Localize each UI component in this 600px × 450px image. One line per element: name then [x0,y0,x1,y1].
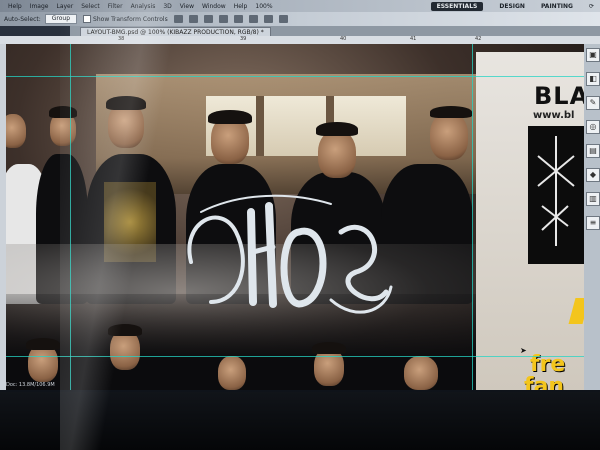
panel-icon[interactable]: ≡ [586,216,600,230]
hair-shape [108,324,142,336]
panel-icon[interactable]: ▤ [586,144,600,158]
checkbox-box[interactable] [83,15,92,23]
refresh-icon[interactable]: ⟳ [589,3,594,10]
workspace-painting[interactable]: PAINTING [541,3,573,10]
distribute-icon[interactable] [263,15,273,23]
photoshop-window: Help Image Layer Select Filter Analysis … [0,0,600,450]
workspace-essentials[interactable]: ESSENTIALS [430,1,484,11]
monitor-bezel [0,392,600,450]
ruler-mark: 42 [475,36,482,42]
show-transform-label: Show Transform Controls [93,15,168,23]
panel-icon[interactable]: ✎ [586,96,600,110]
options-bar: Auto-Select: Group Show Transform Contro… [0,12,600,26]
align-center-icon[interactable] [233,15,243,23]
document-canvas[interactable]: BLAS www.bl fre fan ➤ [6,44,584,390]
hair-shape [26,338,60,350]
horizontal-guide[interactable] [6,76,584,77]
auto-select-label: Auto-Select: [4,15,41,23]
face-photo [404,356,438,390]
menu-item[interactable]: View [180,3,194,10]
menu-item[interactable]: Image [30,3,49,10]
promo-star-shape [568,298,584,324]
menu-item[interactable]: Window [202,3,226,10]
panel-icon[interactable]: ▥ [586,192,600,206]
workspace-switcher: ESSENTIALS DESIGN PAINTING ⟳ [423,1,600,11]
promo-url: www.bl [533,110,575,121]
right-tool-panel: ▣ ◧ ✎ ◎ ▤ ◆ ▥ ≡ [584,44,600,390]
status-bar-text: Doc: 13.8M/106.9M [6,382,55,388]
vertical-guide[interactable] [472,44,473,390]
hair-shape [312,342,346,354]
horizontal-guide[interactable] [6,356,584,357]
show-transform-checkbox[interactable]: Show Transform Controls [83,15,168,23]
ruler-mark: 38 [118,36,125,42]
band-logo [187,194,393,314]
panel-icon[interactable]: ◎ [586,120,600,134]
menu-item[interactable]: Select [81,3,100,10]
promo-title: BLAS [534,82,584,110]
auto-select-dropdown[interactable]: Group [44,14,78,24]
pointer-cursor-icon: ➤ [520,346,527,355]
distribute-h-icon[interactable] [278,15,288,23]
ruler-mark: 40 [340,36,347,42]
menu-item[interactable]: Help [8,3,22,10]
align-right-icon[interactable] [248,15,258,23]
face-photo [110,330,140,370]
align-left-icon[interactable] [218,15,228,23]
zoom-level[interactable]: 100% [255,3,272,10]
menu-item[interactable]: 3D [163,3,171,10]
align-middle-icon[interactable] [188,15,198,23]
poster-art-icon [537,136,575,246]
document-tab-row: LAYOUT-BMG.psd @ 100% (KIBAZZ PRODUCTION… [70,26,600,37]
vertical-guide[interactable] [70,44,71,390]
panel-icon[interactable]: ◆ [586,168,600,182]
promo-text-line2: fan [524,374,565,390]
panel-icon[interactable]: ◧ [586,72,600,86]
face-photo [218,356,246,390]
promo-panel: BLAS www.bl fre fan [476,52,584,390]
ruler-mark: 39 [240,36,247,42]
menu-item[interactable]: Help [234,3,248,10]
window-frame [256,96,264,156]
menu-bar: Help Image Layer Select Filter Analysis … [0,0,600,12]
ruler-mark: 41 [410,36,417,42]
workspace-design[interactable]: DESIGN [499,3,525,10]
menu-item[interactable]: Layer [56,3,73,10]
align-top-icon[interactable] [173,15,183,23]
panel-icon[interactable]: ▣ [586,48,600,62]
menu-item[interactable]: Filter [108,3,123,10]
menu-item[interactable]: Analysis [131,3,156,10]
poster-artwork [528,126,584,264]
align-bottom-icon[interactable] [203,15,213,23]
